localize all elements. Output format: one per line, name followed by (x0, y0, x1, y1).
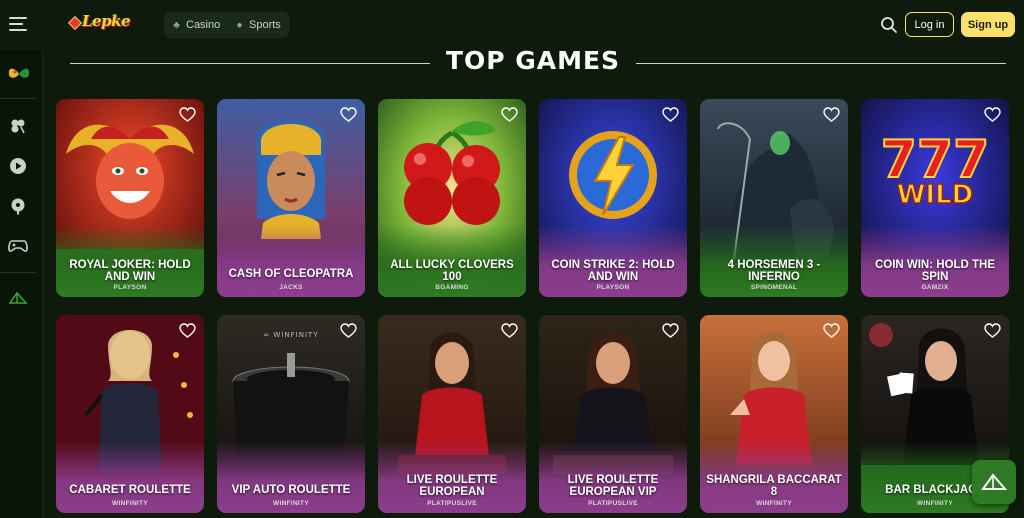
svg-text:WILD: WILD (897, 180, 974, 210)
rail-promo[interactable] (8, 288, 28, 308)
title-rule-left (70, 63, 430, 64)
heart-icon[interactable] (823, 107, 840, 123)
game-title: CASH OF CLEOPATRA (228, 268, 354, 280)
game-title: COIN WIN: HOLD THE SPIN (874, 259, 996, 283)
game-card[interactable]: CASH OF CLEOPATRA JACKS (217, 99, 365, 297)
title-rule-right (636, 63, 1006, 64)
chat-icon (981, 473, 1007, 490)
heart-icon[interactable] (662, 107, 679, 123)
section-title: TOP GAMES (445, 46, 621, 75)
game-title: 4 HORSEMEN 3 - INFERNO (727, 259, 821, 283)
game-title: COIN STRIKE 2: HOLD AND WIN (551, 259, 675, 283)
heart-icon[interactable] (984, 107, 1001, 123)
game-card[interactable]: LIVE ROULETTE EUROPEAN VIP PLATIPUSLIVE (539, 315, 687, 513)
game-title: LIVE ROULETTE EUROPEAN (406, 474, 498, 498)
game-card[interactable]: CABARET ROULETTE WINFINITY (56, 315, 204, 513)
game-card[interactable]: LIVE ROULETTE EUROPEAN PLATIPUSLIVE (378, 315, 526, 513)
gamepad-icon (8, 240, 28, 252)
game-provider: WINFINITY (112, 500, 148, 507)
ball-icon: ● (236, 19, 243, 31)
heart-icon[interactable] (501, 323, 518, 339)
lepke-butterfly-icon[interactable] (6, 66, 32, 82)
game-title: ALL LUCKY CLOVERS 100 (390, 259, 514, 283)
clover-icon (11, 119, 25, 134)
game-provider: BGAMING (435, 284, 469, 291)
game-card[interactable]: ROYAL JOKER: HOLD AND WIN PLAYSON (56, 99, 204, 297)
rail-casino[interactable] (8, 116, 28, 136)
site-logo[interactable]: Lepke (67, 10, 150, 36)
game-card[interactable]: SHANGRILA BACCARAT 8 WINFINITY (700, 315, 848, 513)
game-provider: JACKS (279, 284, 303, 291)
game-provider: WINFINITY (273, 500, 309, 507)
hamburger-menu-icon[interactable] (9, 17, 27, 31)
game-title: LIVE ROULETTE EUROPEAN VIP (567, 474, 659, 498)
ball-icon (11, 198, 25, 215)
login-button[interactable]: Log in (905, 12, 954, 37)
main-nav: ♣ Casino ● Sports (164, 12, 289, 38)
heart-icon[interactable] (501, 107, 518, 123)
game-provider: PLATIPUSLIVE (427, 500, 477, 507)
game-provider: WINFINITY (756, 500, 792, 507)
game-card[interactable]: COIN STRIKE 2: HOLD AND WIN PLAYSON (539, 99, 687, 297)
heart-icon[interactable] (179, 323, 196, 339)
game-provider: PLAYSON (113, 284, 147, 291)
game-card[interactable]: ALL LUCKY CLOVERS 100 BGAMING (378, 99, 526, 297)
game-provider: SPINOMENAL (750, 284, 798, 291)
rail-divider (0, 98, 37, 99)
game-provider: PLATIPUSLIVE (588, 500, 638, 507)
heart-icon[interactable] (984, 323, 1001, 339)
game-provider: GAMZIX (921, 284, 949, 291)
game-title: CABARET ROULETTE (69, 484, 191, 496)
rail-divider (0, 272, 37, 273)
clover-icon: ♣ (173, 19, 180, 31)
heart-icon[interactable] (340, 323, 357, 339)
game-card[interactable]: ∞ WINFINITY VIP AUTO ROULETTE WINFINITY (217, 315, 365, 513)
svg-text:∞ WINFINITY: ∞ WINFINITY (263, 331, 318, 339)
nav-casino-label: Casino (186, 19, 221, 31)
rail-games[interactable] (8, 236, 28, 256)
heart-icon[interactable] (823, 323, 840, 339)
chat-button[interactable] (972, 460, 1016, 504)
nav-sports[interactable]: ● Sports (234, 12, 281, 38)
nav-sports-label: Sports (249, 19, 281, 31)
game-title: VIP AUTO ROULETTE (231, 484, 351, 496)
signup-button[interactable]: Sign up (961, 12, 1015, 37)
logo-gem-icon (67, 15, 83, 31)
game-title: ROYAL JOKER: HOLD AND WIN (69, 259, 191, 283)
play-icon (10, 158, 26, 174)
top-header: Lepke ♣ Casino ● Sports Log in Sign up (0, 0, 1024, 50)
game-provider: PLAYSON (596, 284, 630, 291)
logo-text: Lepke (82, 12, 131, 30)
game-card[interactable]: 777 WILD COIN WIN: HOLD THE SPIN GAMZIX (861, 99, 1009, 297)
heart-icon[interactable] (340, 107, 357, 123)
rail-live[interactable] (8, 156, 28, 176)
game-card[interactable]: 4 HORSEMEN 3 - INFERNO SPINOMENAL (700, 99, 848, 297)
search-icon[interactable] (880, 16, 898, 34)
butterfly-outline-icon (8, 291, 28, 304)
left-sidebar (0, 50, 43, 518)
game-title: SHANGRILA BACCARAT 8 (706, 474, 842, 498)
heart-icon[interactable] (662, 323, 679, 339)
rail-sports[interactable] (8, 196, 28, 216)
heart-icon[interactable] (179, 107, 196, 123)
nav-casino[interactable]: ♣ Casino (171, 12, 220, 38)
